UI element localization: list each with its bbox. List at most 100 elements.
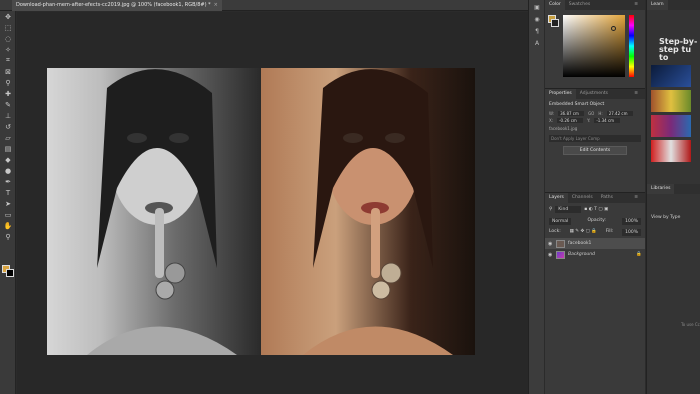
info-icon[interactable]: ◉ (529, 14, 545, 24)
edit-contents-button[interactable]: Edit Contents (563, 146, 627, 155)
history-icon[interactable]: ▣ (529, 2, 545, 12)
portrait-silhouette-color (303, 69, 453, 355)
tab-properties[interactable]: Properties (545, 89, 576, 99)
learn-panel: Learn Step-by-step tu to Libraries View … (646, 0, 700, 394)
width-field[interactable]: 36.87 cm (558, 111, 585, 116)
layers-tabs: Layers Channels Paths ≡ (545, 193, 645, 203)
panel-menu-icon[interactable]: ≡ (630, 89, 642, 99)
filter-icon[interactable]: ▪ ◐ T ▢ ▣ (584, 207, 608, 212)
eyedropper-icon[interactable]: ⚲ (0, 77, 16, 88)
layer-name: Background (568, 252, 595, 257)
blend-row: Normal Opacity: 100% (545, 216, 645, 227)
eye-icon[interactable]: ◉ (548, 252, 553, 258)
fill-label: Fill: (605, 229, 614, 234)
color-picker-marker[interactable] (611, 26, 616, 31)
smart-object-file: facebook1.jpg (549, 126, 578, 131)
size-row: W: 36.87 cm GO H: 27.42 cm (545, 110, 645, 117)
frame-icon[interactable]: ⊠ (0, 66, 16, 77)
shape-icon[interactable]: ▭ (0, 209, 16, 220)
lasso-icon[interactable]: ◌ (0, 33, 16, 44)
character-icon[interactable]: A (529, 38, 545, 48)
lock-row: Lock: ▦ ✎ ✥ ▢ 🔒 Fill: 100% (545, 227, 645, 238)
pen-icon[interactable]: ✒ (0, 176, 16, 187)
tab-libraries[interactable]: Libraries (647, 184, 675, 194)
marquee-icon[interactable]: ⬚ (0, 22, 16, 33)
kind-filter-select[interactable]: Kind (555, 206, 582, 213)
portrait-silhouette-bw (87, 69, 237, 355)
layer-row[interactable]: ◉ Background 🔒 (545, 249, 645, 260)
properties-panel: Properties Adjustments ≡ Embedded Smart … (545, 88, 645, 186)
panel-dock-strip: ▣ ◉ ¶ A (528, 0, 544, 394)
position-row: X: -0.26 cm Y: -1.34 cm (545, 117, 645, 124)
layer-row[interactable]: ◉ facebook1 (545, 238, 645, 249)
zoom-icon[interactable]: ⚲ (0, 231, 16, 242)
canvas-area[interactable] (17, 12, 528, 394)
background-color-swatch[interactable] (6, 269, 14, 277)
libraries-tabs: Libraries (647, 184, 700, 194)
blur-icon[interactable]: ◆ (0, 154, 16, 165)
tutorial-thumbnail[interactable] (651, 90, 691, 112)
healing-icon[interactable]: ✚ (0, 88, 16, 99)
x-field[interactable]: -0.26 cm (557, 118, 584, 123)
y-field[interactable]: -1.34 cm (594, 118, 621, 123)
photo-color-half (261, 68, 475, 355)
properties-tabs: Properties Adjustments ≡ (545, 89, 645, 99)
photo-grayscale-half (47, 68, 261, 355)
lock-icon: 🔒 (636, 252, 642, 257)
hand-icon[interactable]: ✋ (0, 220, 16, 231)
tab-color[interactable]: Color (545, 0, 565, 10)
tab-layers[interactable]: Layers (545, 193, 568, 203)
magic-wand-icon[interactable]: ✧ (0, 44, 16, 55)
learn-title: Step-by-step tu to (659, 37, 698, 62)
tab-learn[interactable]: Learn (647, 0, 668, 10)
color-picker-field[interactable] (563, 15, 625, 77)
type-icon[interactable]: T (0, 187, 16, 198)
dodge-icon[interactable]: ● (0, 165, 16, 176)
move-icon[interactable]: ✥ (0, 11, 16, 22)
learn-tabs: Learn (647, 0, 700, 10)
stamp-icon[interactable]: ⊥ (0, 110, 16, 121)
color-panel-tabs: Color Swatches ≡ (545, 0, 645, 10)
hue-slider[interactable] (629, 15, 634, 77)
use-cc-text: To use Cc (681, 322, 700, 327)
tab-paths[interactable]: Paths (597, 193, 617, 203)
tab-swatches[interactable]: Swatches (565, 0, 595, 10)
opacity-field[interactable]: 100% (622, 218, 641, 225)
color-panel (545, 10, 645, 88)
tab-adjustments[interactable]: Adjustments (576, 89, 612, 99)
history-brush-icon[interactable]: ↺ (0, 121, 16, 132)
height-field[interactable]: 27.42 cm (606, 111, 633, 116)
color-bg-swatch[interactable] (551, 19, 559, 27)
path-select-icon[interactable]: ➤ (0, 198, 16, 209)
document-tab-title: Download-phan-mem-after-efects-cc2019.jp… (16, 2, 211, 8)
y-label: Y: (587, 118, 591, 123)
view-by-type-select[interactable]: View by Type (647, 212, 700, 223)
blend-mode-select[interactable]: Normal (549, 218, 572, 225)
h-label: H: (598, 111, 603, 116)
layer-thumbnail (556, 250, 565, 259)
tab-channels[interactable]: Channels (568, 193, 597, 203)
lock-icon[interactable]: ▦ ✎ ✥ ▢ 🔒 (570, 229, 597, 236)
gradient-icon[interactable]: ▤ (0, 143, 16, 154)
w-label: W: (549, 111, 555, 116)
layer-comp-select[interactable]: Don't Apply Layer Comp (549, 135, 641, 142)
tutorial-thumbnail[interactable] (651, 65, 691, 87)
fill-field[interactable]: 100% (622, 229, 641, 236)
search-icon: ⚲ (549, 207, 553, 212)
close-icon[interactable]: × (214, 2, 218, 8)
layer-name: facebook1 (568, 241, 592, 246)
document-tab[interactable]: Download-phan-mem-after-efects-cc2019.jp… (12, 0, 222, 11)
tutorial-thumbnail[interactable] (651, 115, 691, 137)
crop-icon[interactable]: ⌗ (0, 55, 16, 66)
tutorial-thumbnail[interactable] (651, 140, 691, 162)
properties-title: Embedded Smart Object (549, 102, 605, 107)
layer-filter-row: ⚲ Kind ▪ ◐ T ▢ ▣ (545, 203, 645, 216)
brush-icon[interactable]: ✎ (0, 99, 16, 110)
eraser-icon[interactable]: ▱ (0, 132, 16, 143)
document-canvas[interactable] (47, 68, 475, 355)
eye-icon[interactable]: ◉ (548, 241, 553, 247)
link-icon[interactable]: GO (588, 111, 594, 116)
panel-menu-icon[interactable]: ≡ (630, 0, 642, 10)
panel-menu-icon[interactable]: ≡ (630, 193, 642, 203)
paragraph-icon[interactable]: ¶ (529, 26, 545, 36)
